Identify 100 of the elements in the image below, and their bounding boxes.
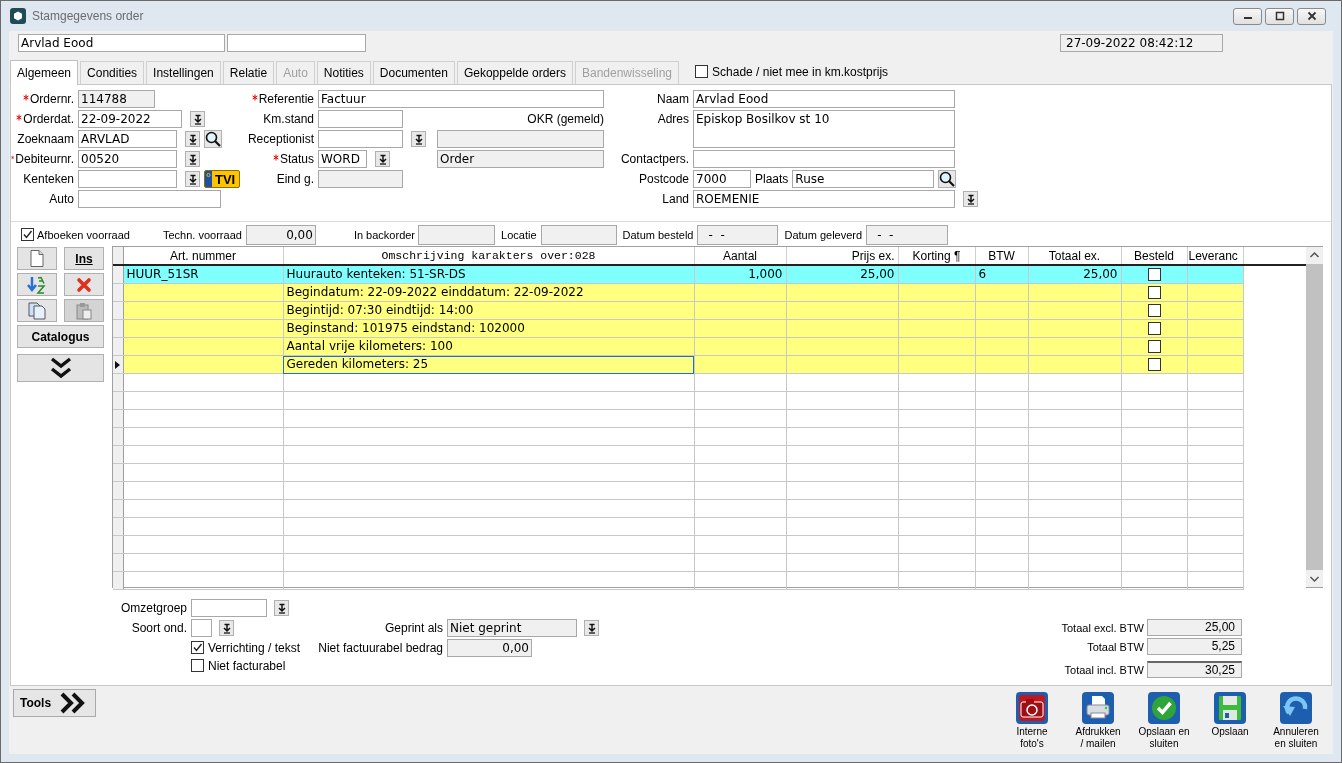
dropdown-button[interactable] xyxy=(219,620,234,636)
scroll-up-icon xyxy=(1306,247,1323,264)
text-field[interactable] xyxy=(318,130,403,148)
checkbox[interactable] xyxy=(1147,340,1161,353)
scrollbar[interactable] xyxy=(1306,247,1323,587)
action-label: Annuleren en sluiten xyxy=(1273,726,1319,750)
field-label: Land xyxy=(662,191,689,208)
text-field[interactable] xyxy=(318,110,403,128)
dropdown-button[interactable] xyxy=(584,620,599,636)
text-field[interactable] xyxy=(78,190,221,208)
text-field[interactable]: ARVLAD xyxy=(78,130,177,148)
checkbox[interactable] xyxy=(1147,358,1161,371)
text-field[interactable]: Ruse xyxy=(792,170,935,188)
search-icon xyxy=(205,131,221,147)
checkbox[interactable] xyxy=(1147,286,1161,299)
datetime-field: 27-09-2022 08:42:12 xyxy=(1060,34,1223,52)
delete-icon xyxy=(76,276,92,293)
total-label: Totaal excl. BTW xyxy=(1061,621,1144,634)
text-field[interactable] xyxy=(318,170,403,188)
action-button[interactable]: Afdrukken / mailen xyxy=(1065,692,1131,750)
checkbox-label[interactable]: Afboeken voorraad xyxy=(37,228,130,241)
field-label: Plaats xyxy=(755,171,789,188)
minimize-button[interactable] xyxy=(1233,7,1262,25)
new-line-button[interactable] xyxy=(17,247,57,270)
text-field[interactable]: 00520 xyxy=(78,150,177,168)
text-field[interactable]: 7000 xyxy=(693,170,751,188)
action-button[interactable]: Interne foto's xyxy=(999,692,1065,750)
dropdown-button[interactable] xyxy=(375,151,390,167)
text-field[interactable] xyxy=(437,130,604,148)
field-label: Niet factuurabel bedrag xyxy=(318,640,443,655)
text-field[interactable]: Factuur xyxy=(318,90,604,108)
checkbox-label[interactable]: Niet facturabel xyxy=(208,658,286,673)
text-field[interactable]: WORD xyxy=(318,150,367,168)
dropdown-button[interactable] xyxy=(411,131,426,147)
field-label: Techn. voorraad xyxy=(163,228,242,241)
action-button[interactable]: Opslaan xyxy=(1197,692,1263,750)
checkbox-label[interactable]: Verrichting / tekst xyxy=(208,640,301,655)
tab[interactable]: Algemeen xyxy=(10,60,79,85)
checkbox[interactable] xyxy=(191,641,204,654)
address-field[interactable]: Episkop Bosilkov st 10 xyxy=(693,110,955,148)
tab[interactable]: Documenten xyxy=(372,61,455,84)
text-field[interactable] xyxy=(191,619,212,637)
printer-icon xyxy=(1082,692,1114,724)
text-field[interactable]: ROEMENIE xyxy=(693,190,955,208)
down-arrow-icon xyxy=(377,153,388,165)
tools-button[interactable]: Tools xyxy=(13,689,96,717)
field-label: Eind g. xyxy=(276,171,314,188)
tab[interactable]: Notities xyxy=(316,61,371,84)
checkbox[interactable] xyxy=(1147,304,1161,317)
insert-button[interactable]: Ins xyxy=(64,247,104,270)
sort-az-icon xyxy=(27,275,47,294)
text-field[interactable] xyxy=(693,150,955,168)
field-label: Omzetgroep xyxy=(120,601,187,615)
close-button[interactable] xyxy=(1297,7,1326,25)
total-field: 5,25 xyxy=(1147,638,1242,655)
catalog-button[interactable]: Catalogus xyxy=(17,325,104,348)
field-label: Soort ond. xyxy=(131,621,187,635)
dropdown-button[interactable] xyxy=(190,111,205,127)
expand-button[interactable] xyxy=(17,354,104,382)
checkbox[interactable] xyxy=(21,228,34,241)
dropdown-button[interactable] xyxy=(185,171,200,187)
dropdown-button[interactable] xyxy=(185,131,200,147)
maximize-button[interactable] xyxy=(1265,7,1294,25)
field-label: Ordernr. xyxy=(30,91,74,108)
dropdown-button[interactable] xyxy=(963,191,978,207)
field-label: Adres xyxy=(657,111,689,128)
name-field[interactable]: Arvlad Eood xyxy=(18,34,225,52)
text-field[interactable]: Niet geprint xyxy=(447,619,577,637)
dropdown-button[interactable] xyxy=(185,151,200,167)
tab[interactable]: Instellingen xyxy=(146,61,221,84)
search-button[interactable] xyxy=(938,170,957,188)
text-field[interactable] xyxy=(191,599,267,617)
text-field[interactable]: Order xyxy=(437,150,604,168)
search-button[interactable] xyxy=(204,130,222,148)
action-label: Opslaan en sluiten xyxy=(1138,726,1190,750)
text-field[interactable]: Arvlad Eood xyxy=(693,90,955,108)
total-field: 25,00 xyxy=(1147,619,1242,636)
checkbox[interactable] xyxy=(191,659,204,672)
down-arrow-icon xyxy=(276,602,287,614)
action-button[interactable]: Opslaan en sluiten xyxy=(1131,692,1197,750)
text-field[interactable]: 22-09-2022 xyxy=(78,110,182,128)
checkbox[interactable] xyxy=(695,65,709,78)
checkbox[interactable] xyxy=(1147,322,1161,335)
tab[interactable]: Condities xyxy=(80,61,145,84)
text-field[interactable] xyxy=(227,34,366,52)
text-field[interactable] xyxy=(78,170,177,188)
sort-button[interactable] xyxy=(17,273,57,296)
double-chevron-icon xyxy=(49,357,72,379)
dropdown-button[interactable] xyxy=(274,600,289,616)
field-label: Naam xyxy=(657,91,689,108)
action-button[interactable]: Annuleren en sluiten xyxy=(1263,692,1329,750)
checkmark-icon xyxy=(1148,692,1180,724)
tab[interactable]: Gekoppelde orders xyxy=(456,61,573,84)
tab[interactable]: Relatie xyxy=(222,61,275,84)
checkbox-label[interactable]: Schade / niet mee in km.kostprijs xyxy=(712,64,889,79)
checkbox[interactable] xyxy=(1147,268,1161,281)
delete-button[interactable] xyxy=(64,273,104,296)
text-field[interactable]: 114788 xyxy=(78,90,155,108)
down-arrow-icon xyxy=(187,173,198,185)
action-label: Afdrukken / mailen xyxy=(1075,726,1121,750)
